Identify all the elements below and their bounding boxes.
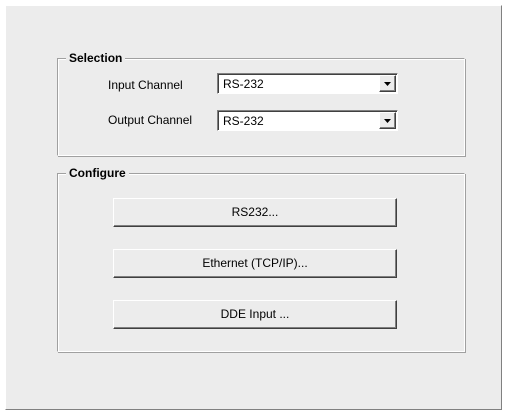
output-channel-select[interactable]: RS-232	[217, 110, 398, 131]
input-channel-select[interactable]: RS-232	[217, 73, 398, 94]
input-channel-label: Input Channel	[108, 78, 183, 92]
settings-panel: Selection Input Channel RS-232 Output Ch…	[5, 5, 502, 410]
output-channel-value: RS-232	[223, 114, 264, 128]
chevron-down-icon	[384, 82, 391, 86]
input-channel-value: RS-232	[223, 77, 264, 91]
selection-group: Selection Input Channel RS-232 Output Ch…	[57, 51, 465, 156]
output-channel-label: Output Channel	[108, 113, 193, 127]
configure-group: Configure RS232... Ethernet (TCP/IP)... …	[57, 166, 465, 352]
selection-group-title: Selection	[66, 51, 126, 65]
chevron-down-icon	[384, 119, 391, 123]
rs232-config-button[interactable]: RS232...	[113, 198, 397, 227]
output-channel-dropdown-button[interactable]	[379, 112, 396, 129]
input-channel-dropdown-button[interactable]	[379, 75, 396, 92]
configure-group-title: Configure	[66, 166, 129, 180]
dde-input-config-button[interactable]: DDE Input ...	[113, 300, 397, 329]
ethernet-config-button[interactable]: Ethernet (TCP/IP)...	[113, 249, 397, 278]
